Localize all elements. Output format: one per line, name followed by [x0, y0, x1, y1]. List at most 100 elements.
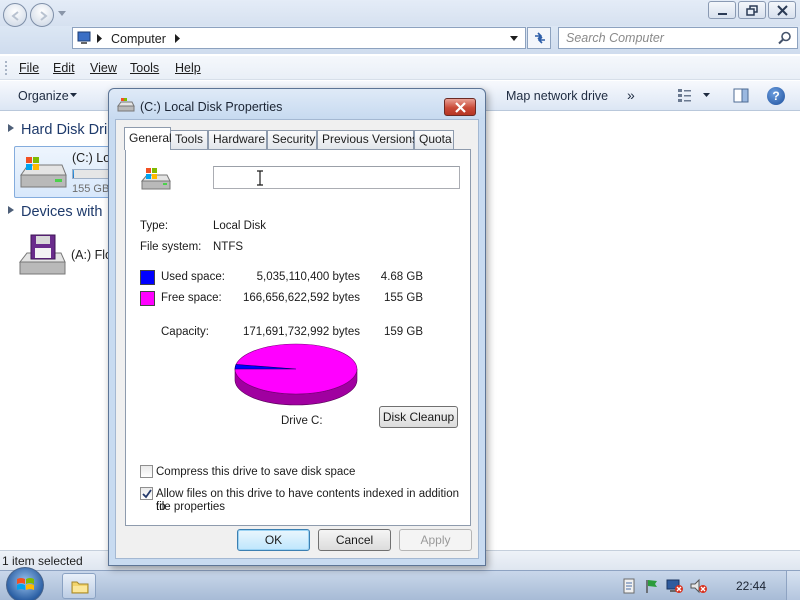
- address-bar[interactable]: Computer: [72, 27, 526, 49]
- separator: [140, 316, 457, 317]
- free-space-size: 155 GB: [384, 292, 423, 304]
- dialog-titlebar[interactable]: (C:) Local Disk Properties: [109, 89, 485, 119]
- cancel-label: Cancel: [335, 533, 374, 547]
- apply-button[interactable]: Apply: [399, 529, 472, 551]
- dialog-title: (C:) Local Disk Properties: [140, 100, 283, 114]
- action-center-flag-icon[interactable]: [644, 578, 660, 594]
- checkmark-icon: [142, 489, 152, 499]
- clock[interactable]: 22:44: [736, 579, 766, 593]
- general-tab-panel: Type: Local Disk File system: NTFS Used …: [125, 149, 471, 526]
- menu-file-label: File: [19, 61, 40, 75]
- menu-edit-label: Edit: [53, 61, 75, 75]
- tab-quota[interactable]: Quota: [414, 130, 454, 149]
- menu-help[interactable]: Help: [175, 61, 201, 75]
- free-space-label: Free space:: [161, 292, 222, 304]
- search-input[interactable]: [559, 28, 769, 48]
- change-view-icon[interactable]: [677, 88, 693, 103]
- tab-tools[interactable]: Tools: [170, 130, 208, 149]
- drive-a-label: (A:) Flo: [71, 248, 111, 262]
- ok-label: OK: [264, 533, 283, 547]
- search-box[interactable]: [558, 27, 798, 49]
- disk-cleanup-label: Disk Cleanup: [382, 410, 455, 424]
- more-commands-label: »: [627, 87, 635, 103]
- menu-tools[interactable]: Tools: [130, 61, 159, 75]
- capacity-label: Capacity:: [161, 326, 209, 338]
- tab-tools-label: Tools: [175, 132, 204, 146]
- apply-label: Apply: [420, 533, 451, 547]
- menu-view[interactable]: View: [90, 61, 117, 75]
- type-label: Type:: [140, 220, 169, 232]
- close-icon: [777, 5, 788, 16]
- separator: [140, 262, 457, 263]
- more-commands-button[interactable]: »: [627, 87, 635, 103]
- group-hard-disk-drives-label: Hard Disk Dri: [21, 122, 108, 138]
- back-button[interactable]: [3, 3, 27, 27]
- tab-hardware[interactable]: Hardware: [208, 130, 267, 149]
- tab-security[interactable]: Security: [267, 130, 317, 149]
- menu-file[interactable]: File: [19, 61, 39, 75]
- help-icon[interactable]: ?: [767, 87, 785, 105]
- compress-label[interactable]: Compress this drive to save disk space: [156, 466, 355, 479]
- close-icon: [455, 102, 466, 113]
- menu-view-label: View: [90, 61, 117, 75]
- menu-edit[interactable]: Edit: [53, 61, 75, 75]
- breadcrumb-separator-icon[interactable]: [175, 34, 181, 43]
- organize-dropdown-icon[interactable]: [70, 93, 78, 98]
- separator: [140, 432, 457, 433]
- file-system-label: File system:: [140, 241, 202, 253]
- tab-hardware-label: Hardware: [213, 132, 266, 146]
- computer-icon: [77, 31, 91, 44]
- forward-button[interactable]: [30, 3, 54, 27]
- organize-button[interactable]: Organize: [18, 89, 69, 103]
- minimize-button[interactable]: [708, 1, 736, 19]
- breadcrumb-separator-icon[interactable]: [97, 34, 103, 43]
- collapse-icon[interactable]: [8, 124, 15, 132]
- dialog-close-button[interactable]: [444, 98, 476, 116]
- drive-name-input[interactable]: [213, 166, 460, 189]
- index-checkbox[interactable]: [140, 487, 153, 500]
- properties-dialog: (C:) Local Disk Properties General Tools…: [108, 88, 486, 566]
- drive-c-tile[interactable]: (C:) Loc 155 GB: [14, 146, 114, 198]
- network-error-icon[interactable]: [666, 578, 684, 594]
- map-network-drive-button[interactable]: Map network drive: [506, 89, 608, 103]
- notification-area: 22:44: [608, 571, 800, 600]
- notes-tray-icon[interactable]: [622, 578, 636, 594]
- restore-icon: [746, 5, 758, 16]
- disk-cleanup-button[interactable]: Disk Cleanup: [379, 406, 458, 428]
- start-button[interactable]: [6, 567, 44, 600]
- volume-muted-icon[interactable]: [690, 578, 708, 594]
- group-hard-disk-drives[interactable]: Hard Disk Dri: [8, 122, 107, 138]
- used-space-swatch: [140, 270, 155, 285]
- address-dropdown-icon[interactable]: [510, 36, 519, 42]
- ok-button[interactable]: OK: [237, 529, 310, 551]
- breadcrumb-computer[interactable]: Computer: [111, 32, 166, 46]
- collapse-icon[interactable]: [8, 206, 15, 214]
- tab-general[interactable]: General: [124, 127, 172, 150]
- taskbar-explorer-button[interactable]: [62, 573, 96, 599]
- refresh-button[interactable]: [527, 27, 551, 49]
- drive-c-usage-fill: [73, 170, 75, 178]
- text-cursor-icon: [257, 170, 263, 186]
- compress-checkbox[interactable]: [140, 465, 153, 478]
- index-label-line2[interactable]: file properties: [156, 501, 225, 514]
- type-value: Local Disk: [213, 220, 267, 232]
- used-space-bytes: 5,035,110,400 bytes: [256, 271, 360, 283]
- preview-pane-icon[interactable]: [733, 88, 749, 103]
- search-icon[interactable]: [778, 31, 792, 45]
- recent-pages-dropdown-icon[interactable]: [58, 11, 67, 17]
- forward-arrow-icon: [40, 11, 48, 21]
- view-dropdown-icon[interactable]: [703, 93, 711, 98]
- status-text: 1 item selected: [2, 554, 83, 568]
- restore-button[interactable]: [738, 1, 766, 19]
- drive-a-tile[interactable]: (A:) Flo: [14, 232, 114, 280]
- cancel-button[interactable]: Cancel: [318, 529, 391, 551]
- group-removable-storage[interactable]: Devices with: [8, 204, 102, 220]
- tab-previous-versions[interactable]: Previous Versions: [317, 130, 418, 149]
- menu-tools-label: Tools: [130, 61, 160, 75]
- separator: [140, 202, 457, 203]
- drive-c-usage-bar: [72, 169, 112, 179]
- show-desktop-button[interactable]: [786, 571, 800, 600]
- free-space-swatch: [140, 291, 155, 306]
- close-button[interactable]: [768, 1, 796, 19]
- caption-buttons: [708, 1, 796, 19]
